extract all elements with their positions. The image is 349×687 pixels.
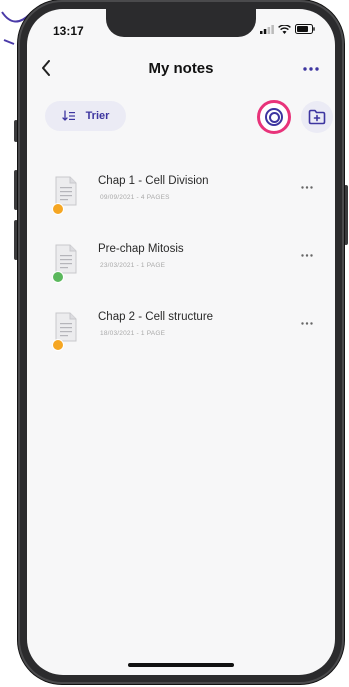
wifi-icon: [278, 24, 291, 34]
more-horizontal-icon: [301, 321, 313, 325]
notes-list: Chap 1 - Cell Division 09/09/2021 - 4 PA…: [27, 171, 335, 375]
more-horizontal-icon: [301, 185, 313, 189]
toolbar: Trier: [45, 99, 333, 134]
sort-label: Trier: [85, 110, 110, 122]
nav-bar: My notes: [27, 53, 335, 83]
note-status-dot: [52, 339, 64, 351]
status-time: 13:17: [53, 24, 84, 38]
sort-list-icon: [61, 110, 75, 121]
note-more-button[interactable]: [297, 316, 317, 330]
note-status-dot: [52, 203, 64, 215]
status-icons: [260, 24, 315, 34]
note-meta: 09/09/2021 - 4 PAGES: [100, 194, 170, 201]
notch: [106, 9, 256, 37]
note-item[interactable]: Chap 1 - Cell Division 09/09/2021 - 4 PA…: [27, 171, 335, 239]
folder-plus-icon: [308, 109, 326, 125]
document-icon: [55, 244, 77, 274]
battery-icon: [295, 24, 315, 34]
note-meta: 23/03/2021 - 1 PAGE: [100, 262, 166, 269]
new-folder-button[interactable]: [301, 101, 333, 133]
sync-button[interactable]: [257, 100, 291, 134]
note-meta: 18/03/2021 - 1 PAGE: [100, 330, 166, 337]
phone-frame: 13:17 My notes Trier Chap 1 - Cell Divis…: [18, 0, 344, 684]
sort-button[interactable]: Trier: [45, 101, 126, 131]
note-item[interactable]: Pre-chap Mitosis 23/03/2021 - 1 PAGE: [27, 239, 335, 307]
document-icon: [55, 312, 77, 342]
note-more-button[interactable]: [297, 180, 317, 194]
phone-screen: 13:17 My notes Trier Chap 1 - Cell Divis…: [27, 9, 335, 675]
note-item[interactable]: Chap 2 - Cell structure 18/03/2021 - 1 P…: [27, 307, 335, 375]
page-title: My notes: [148, 60, 214, 77]
more-horizontal-icon: [303, 67, 319, 71]
app-stage: 13:17 My notes Trier Chap 1 - Cell Divis…: [0, 0, 349, 687]
more-options-button[interactable]: [299, 60, 323, 78]
signal-icon: [260, 24, 274, 34]
sync-circle-icon: [265, 108, 283, 126]
note-more-button[interactable]: [297, 248, 317, 262]
more-horizontal-icon: [301, 253, 313, 257]
document-icon: [55, 176, 77, 206]
note-title: Pre-chap Mitosis: [98, 243, 184, 255]
note-title: Chap 2 - Cell structure: [98, 311, 214, 323]
note-status-dot: [52, 271, 64, 283]
note-title: Chap 1 - Cell Division: [98, 175, 209, 187]
side-button-power: [344, 185, 348, 245]
home-indicator[interactable]: [128, 663, 234, 667]
